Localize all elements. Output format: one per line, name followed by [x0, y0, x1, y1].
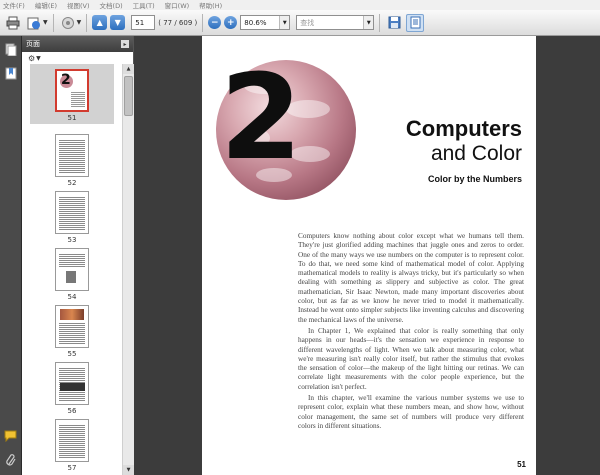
chevron-down-icon[interactable]: ▼: [43, 19, 48, 26]
save-button[interactable]: [385, 14, 403, 32]
fit-page-button[interactable]: [406, 13, 425, 32]
share-icon: [27, 17, 40, 29]
panel-splitter[interactable]: [134, 36, 138, 475]
print-button[interactable]: [4, 14, 22, 32]
chapter-number: 2: [220, 48, 302, 186]
document-background: [536, 36, 600, 475]
menu-file[interactable]: 文件(F): [3, 0, 25, 10]
thumbnail-image: [55, 305, 89, 348]
thumbnail-label: 54: [67, 293, 77, 301]
thumbnail-scrollbar[interactable]: ▲ ▼: [122, 64, 134, 475]
paragraph: In this chapter, we'll examine the vario…: [298, 394, 524, 430]
menu-help[interactable]: 帮助(H): [199, 0, 222, 10]
toolbar-separator: [86, 13, 88, 32]
pages-panel-button[interactable]: [3, 42, 18, 57]
menu-tools[interactable]: 工具(T): [133, 0, 155, 10]
thumbnail-label: 53: [67, 236, 77, 244]
fit-page-icon: [410, 16, 421, 29]
down-arrow-icon: ▼: [114, 18, 121, 27]
thumbnail-label: 51: [67, 114, 77, 122]
thumbnail-list: 2 51 52 53 54 55 56 57: [22, 64, 122, 475]
pages-panel: 页面 ▸ ⚙ ▼ 2 51 52 53 54 55 56 57 ▲ ▼: [22, 36, 134, 475]
zoom-value: 80.6%: [244, 18, 267, 27]
pages-panel-header: 页面 ▸: [22, 36, 133, 52]
comment-icon: [4, 430, 17, 442]
plus-icon: +: [226, 17, 235, 28]
menu-edit[interactable]: 编辑(E): [35, 0, 57, 10]
thumbnail-label: 56: [67, 407, 77, 415]
thumbnail-page-53[interactable]: 53: [30, 191, 114, 244]
thumbnail-page-55[interactable]: 55: [30, 305, 114, 358]
chevron-down-icon: ▼: [36, 54, 41, 62]
page-count: ( 77 / 609 ): [158, 18, 198, 27]
export-button[interactable]: [59, 14, 77, 32]
paragraph: In Chapter 1, We explained that color is…: [298, 326, 524, 391]
page-number-input[interactable]: [131, 15, 156, 30]
bookmarks-panel-button[interactable]: [3, 66, 18, 81]
chapter-title-line1: Computers: [405, 116, 522, 141]
close-icon[interactable]: ▸: [121, 40, 129, 48]
thumbnail-image: [55, 191, 89, 234]
chevron-down-icon: ▼: [279, 16, 290, 29]
bookmark-icon: [5, 67, 16, 80]
paperclip-icon: [5, 454, 16, 466]
panel-options-button[interactable]: ⚙ ▼: [22, 52, 133, 64]
chevron-down-icon[interactable]: ▼: [77, 19, 82, 26]
export-icon: [61, 16, 74, 29]
thumbnail-image: [55, 248, 89, 291]
menu-bar: 文件(F) 编辑(E) 视图(V) 文档(D) 工具(T) 窗口(W) 帮助(H…: [0, 0, 600, 10]
thumbnail-page-57[interactable]: 57: [30, 419, 114, 472]
thumbnail-page-56[interactable]: 56: [30, 362, 114, 415]
zoom-in-button[interactable]: +: [224, 16, 238, 29]
chevron-down-icon: ▼: [363, 16, 374, 29]
scrollbar-thumb[interactable]: [124, 76, 133, 116]
toolbar-separator: [202, 13, 204, 32]
left-navigation-rail: [0, 36, 22, 475]
search-box[interactable]: 查找 ▼: [296, 15, 375, 30]
thumbnail-image: [55, 134, 89, 177]
attachments-panel-button[interactable]: [3, 452, 18, 467]
page-number: 51: [517, 460, 526, 469]
menu-document[interactable]: 文档(D): [100, 0, 123, 10]
pages-panel-title: 页面: [26, 40, 40, 48]
search-input[interactable]: 查找: [297, 18, 363, 28]
scroll-down-icon[interactable]: ▼: [123, 465, 134, 475]
toolbar: ▼ ▼ ▲ ▼ ( 77 / 609 ) − + 80.6% ▼ 查找 ▼: [0, 10, 600, 36]
toolbar-separator: [52, 13, 54, 32]
save-icon: [388, 16, 401, 29]
comments-panel-button[interactable]: [3, 428, 18, 443]
next-page-button[interactable]: ▼: [110, 15, 126, 30]
thumbnail-label: 55: [67, 350, 77, 358]
paragraph: Computers know nothing about color excep…: [298, 232, 524, 324]
scroll-up-icon[interactable]: ▲: [123, 64, 134, 74]
thumbnail-page-52[interactable]: 52: [30, 134, 114, 187]
menu-view[interactable]: 视图(V): [67, 0, 90, 10]
share-button[interactable]: [25, 14, 43, 32]
options-icon: ⚙: [28, 53, 36, 63]
document-page: 2 Computers and Color Color by the Numbe…: [202, 36, 536, 475]
chapter-subtitle: Color by the Numbers: [427, 174, 522, 184]
minus-icon: −: [210, 17, 219, 28]
zoom-out-button[interactable]: −: [208, 16, 222, 29]
chapter-title-line2: and Color: [430, 142, 522, 165]
thumbnail-page-51[interactable]: 2 51: [30, 64, 114, 124]
up-arrow-icon: ▲: [96, 18, 103, 27]
thumbnail-page-54[interactable]: 54: [30, 248, 114, 301]
chapter-body-text: Computers know nothing about color excep…: [298, 232, 524, 431]
thumbnail-label: 57: [67, 464, 77, 472]
thumbnail-image: 2: [55, 69, 89, 112]
thumbnail-label: 52: [67, 179, 77, 187]
thumbnail-image: [55, 419, 89, 462]
toolbar-separator: [379, 13, 381, 32]
thumbnail-image: [55, 362, 89, 405]
menu-window[interactable]: 窗口(W): [165, 0, 190, 10]
pages-icon: [5, 43, 16, 56]
print-icon: [6, 16, 20, 29]
zoom-select[interactable]: 80.6% ▼: [240, 15, 291, 30]
prev-page-button[interactable]: ▲: [92, 15, 108, 30]
